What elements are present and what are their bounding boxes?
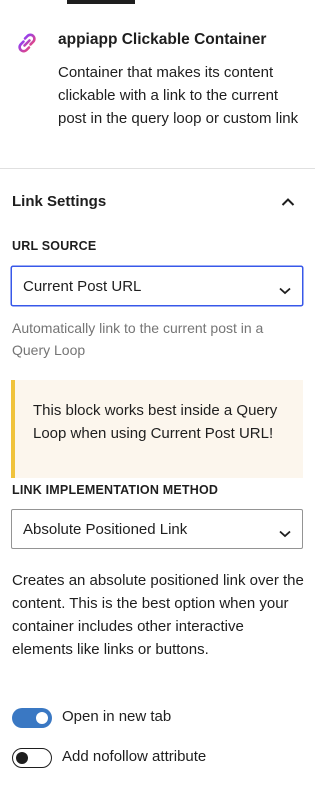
toggle-switch-off[interactable] bbox=[12, 748, 52, 768]
toggle-label: Add nofollow attribute bbox=[62, 748, 207, 765]
chevron-down-icon bbox=[279, 282, 291, 295]
toggle-label: Open in new tab bbox=[62, 708, 172, 725]
chevron-down-icon bbox=[279, 525, 291, 538]
link-method-value: Absolute Positioned Link bbox=[23, 521, 188, 538]
url-source-help: Automatically link to the current post i… bbox=[12, 320, 264, 358]
link-method-select[interactable]: Absolute Positioned Link bbox=[11, 509, 303, 549]
toggle-switch-on[interactable] bbox=[12, 708, 52, 728]
url-source-label: URL SOURCE bbox=[12, 239, 97, 253]
block-description: Container that makes its content clickab… bbox=[58, 64, 299, 127]
url-source-value: Current Post URL bbox=[23, 278, 142, 295]
chevron-up-icon bbox=[281, 194, 295, 206]
link-icon bbox=[14, 30, 40, 56]
url-source-select[interactable]: Current Post URL bbox=[11, 266, 303, 306]
panel-title: Link Settings bbox=[12, 193, 107, 210]
block-card: appiapp Clickable Container Container th… bbox=[0, 4, 315, 169]
link-method-description: Creates an absolute positioned link over… bbox=[12, 572, 304, 658]
toggle-knob bbox=[16, 751, 28, 764]
block-title: appiapp Clickable Container bbox=[58, 31, 267, 48]
block-settings-sidebar: appiapp Clickable Container Container th… bbox=[0, 0, 315, 800]
toggle-knob bbox=[36, 712, 48, 724]
open-new-tab-toggle[interactable]: Open in new tab bbox=[12, 706, 302, 728]
nofollow-toggle[interactable]: Add nofollow attribute bbox=[12, 746, 302, 768]
notice-text: This block works best inside a Query Loo… bbox=[33, 402, 278, 442]
warning-notice: This block works best inside a Query Loo… bbox=[11, 380, 303, 478]
link-settings-panel-toggle[interactable]: Link Settings bbox=[0, 170, 315, 232]
link-method-label: LINK IMPLEMENTATION METHOD bbox=[12, 483, 219, 497]
